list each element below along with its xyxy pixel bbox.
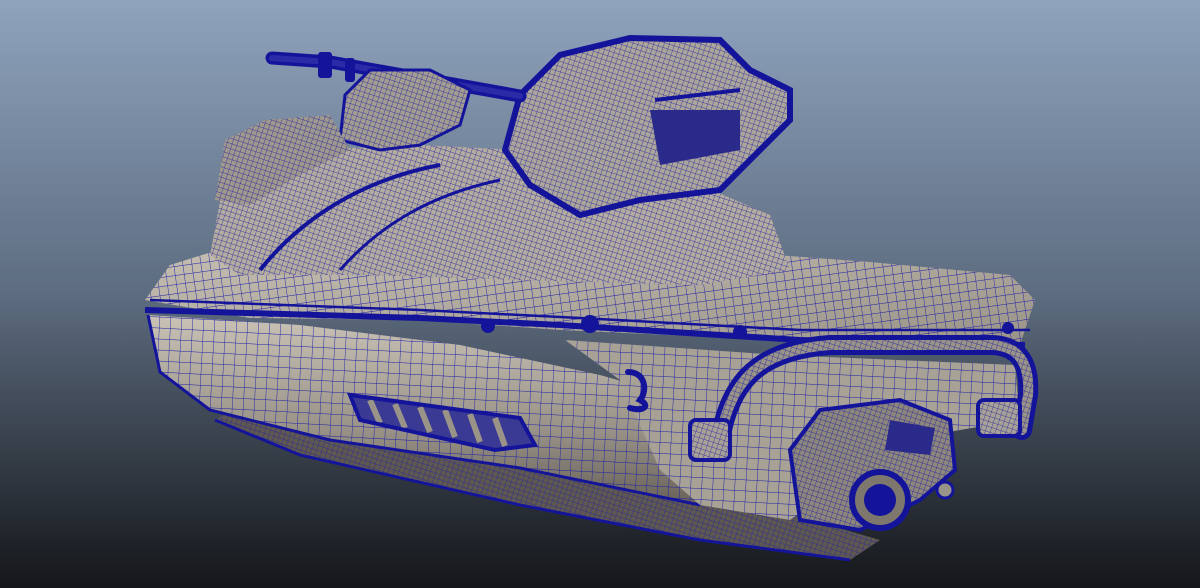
viewport-canvas[interactable] — [0, 0, 1200, 588]
maya-3d-viewport[interactable] — [0, 0, 1200, 588]
